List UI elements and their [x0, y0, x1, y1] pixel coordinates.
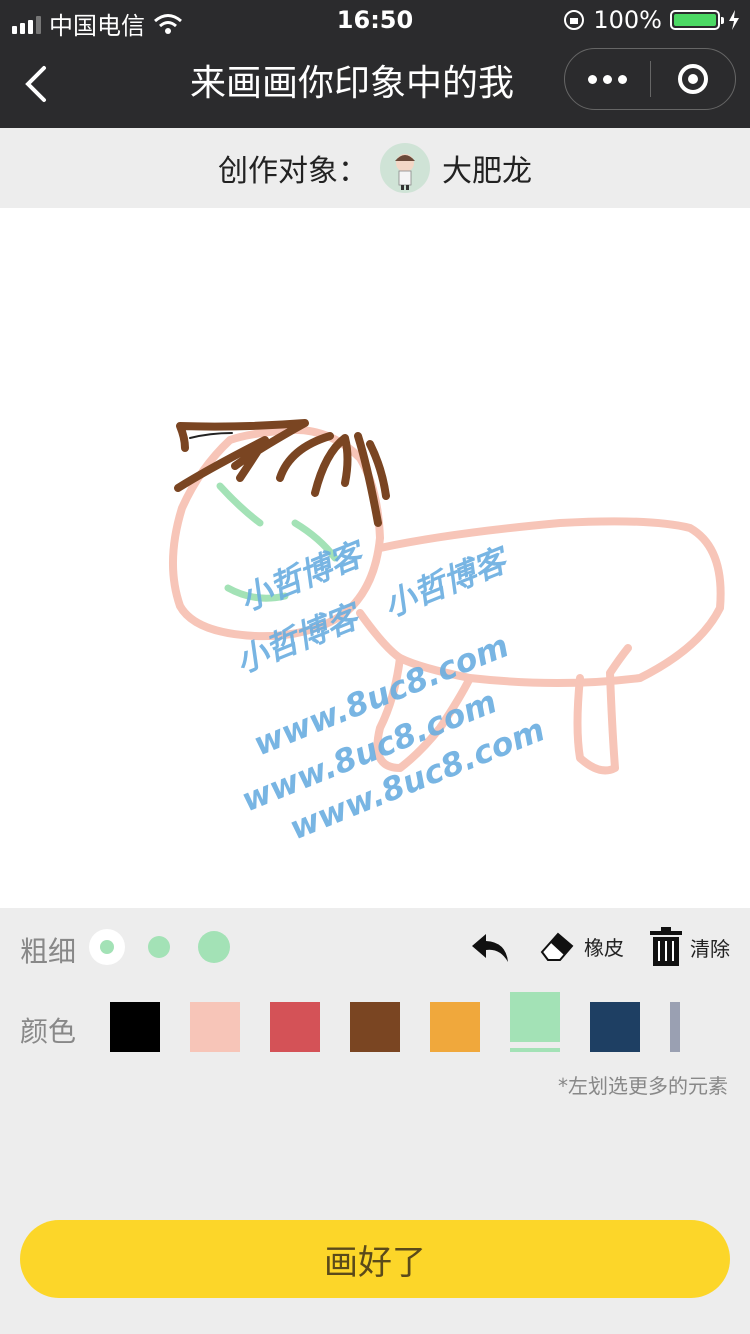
lock-rotation-icon	[564, 10, 585, 30]
color-label: 颜色	[20, 1015, 77, 1048]
thickness-large-option[interactable]	[196, 929, 232, 965]
eraser-label: 橡皮	[584, 935, 624, 960]
back-icon[interactable]	[18, 60, 58, 108]
scroll-hint: *左划选更多的元素	[558, 1074, 728, 1098]
submit-button[interactable]: 画好了	[20, 1220, 730, 1298]
eraser-button[interactable]: 橡皮	[538, 928, 624, 964]
color-swatch-green-selected[interactable]	[510, 992, 560, 1042]
mini-program-capsule	[564, 48, 736, 110]
color-swatch-pink[interactable]	[190, 1002, 240, 1052]
page-title: 来画画你印象中的我	[190, 63, 515, 104]
color-swatch-red[interactable]	[270, 1002, 320, 1052]
status-bar: 中国电信 16:50 100%	[0, 0, 750, 40]
clear-button[interactable]: 清除	[648, 926, 730, 968]
color-swatch-gray-partial[interactable]	[670, 1002, 680, 1052]
nav-bar: 来画画你印象中的我	[0, 40, 750, 128]
subject-label: 创作对象：	[218, 154, 368, 189]
subject-bar: 创作对象： 大肥龙	[0, 128, 750, 208]
undo-icon[interactable]	[470, 928, 512, 966]
selected-color-indicator	[510, 1048, 560, 1052]
eraser-icon	[540, 932, 574, 961]
thickness-medium-option[interactable]	[145, 933, 173, 961]
drawing-canvas[interactable]: 小哲博客 小哲博客 小哲博客 www.8uc8.com www.8uc8.com…	[0, 208, 750, 908]
leg-stroke	[573, 644, 632, 775]
color-swatch-orange[interactable]	[430, 1002, 480, 1052]
color-swatch-black[interactable]	[110, 1002, 160, 1052]
charging-icon	[729, 10, 739, 30]
hair-stroke	[174, 419, 390, 527]
subject-name: 大肥龙	[442, 154, 532, 189]
color-swatch-navy[interactable]	[590, 1002, 640, 1052]
trash-icon	[650, 927, 682, 966]
close-mini-program-button[interactable]	[651, 64, 736, 94]
thickness-label: 粗细	[20, 935, 77, 968]
more-icon[interactable]	[565, 74, 650, 84]
color-swatch-brown[interactable]	[350, 1002, 400, 1052]
battery-icon	[670, 10, 724, 30]
hair-line-stroke	[189, 432, 233, 439]
battery-percent: 100%	[593, 6, 662, 34]
clear-label: 清除	[690, 936, 730, 961]
avatar	[380, 143, 430, 193]
thickness-small-option[interactable]	[89, 929, 125, 965]
target-icon	[677, 64, 708, 94]
